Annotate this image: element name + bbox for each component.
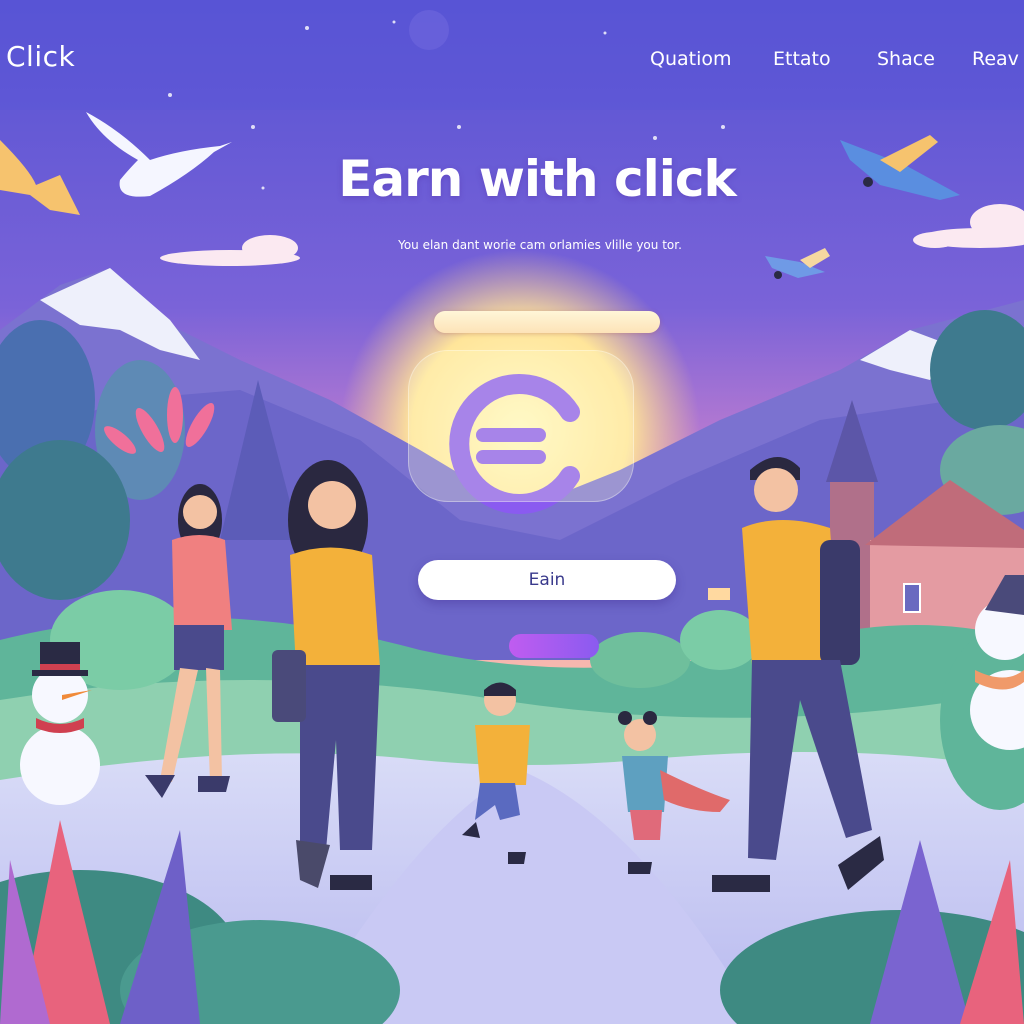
hero-title: Earn with click [338,150,737,208]
earn-button[interactable]: Eain [418,560,676,600]
nav-item-2[interactable]: Ettato [773,48,831,70]
brand-logo[interactable]: Click [6,40,75,73]
hero-input[interactable] [434,311,660,333]
nav-item-1[interactable]: Quatiom [650,48,732,70]
nav-item-3[interactable]: Shace [877,48,935,70]
secondary-pill-button[interactable] [509,634,599,658]
coin-card [408,350,634,502]
hero-subtitle: You elan dant worie cam orlamies vlille … [398,238,682,252]
nav-item-4[interactable]: Reav [972,48,1019,70]
